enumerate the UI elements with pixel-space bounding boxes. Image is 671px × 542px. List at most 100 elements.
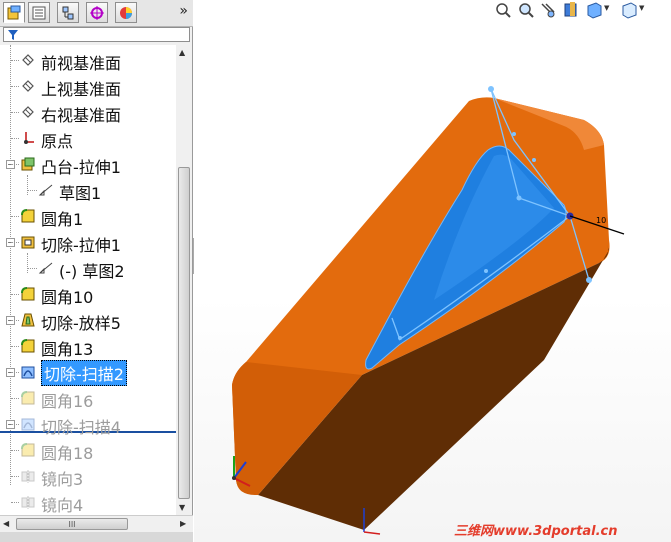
- tree-item[interactable]: 镜向4: [0, 489, 176, 515]
- mirror-icon: [20, 494, 36, 514]
- scroll-left-arrow-icon[interactable]: ◀: [3, 519, 9, 528]
- loft-cut-icon: [20, 312, 36, 332]
- tree-item[interactable]: − 凸台-拉伸1: [0, 151, 176, 177]
- tree-item[interactable]: 原点: [0, 125, 176, 151]
- configurationmanager-tab[interactable]: [57, 2, 79, 23]
- site-watermark: 三维网www.3dportal.cn: [454, 524, 618, 539]
- part-model[interactable]: 10: [232, 86, 625, 530]
- featuremanager-tab[interactable]: [3, 2, 25, 23]
- tree-item-label: 切除-放样5: [41, 314, 121, 333]
- sweep-cut-icon: [20, 416, 36, 436]
- plane-icon: [20, 52, 36, 72]
- tree-item-label: 原点: [41, 132, 74, 151]
- tree-connector-line: [11, 164, 19, 165]
- tree-connector-line: [11, 216, 19, 217]
- tree-item-label: 圆角18: [41, 444, 94, 463]
- sweep-cut-icon: [20, 364, 36, 384]
- tree-connector-line: [11, 86, 19, 87]
- view-orientation-icon[interactable]: ▼: [587, 2, 610, 19]
- mirror-icon: [20, 468, 36, 488]
- display-manager-tab-icon: [120, 7, 132, 19]
- tree-connector-line: [11, 372, 19, 373]
- tree-item-label: 草图1: [59, 184, 102, 203]
- tree-connector-line: [11, 242, 19, 243]
- dimension-label[interactable]: 10: [596, 216, 606, 225]
- tree-connector-line: [11, 424, 19, 425]
- display-manager-tab[interactable]: [115, 2, 137, 23]
- model-viewport[interactable]: ▼ ▼ 10: [194, 0, 671, 542]
- tree-item[interactable]: 草图1: [0, 177, 176, 203]
- tree-item[interactable]: (-) 草图2: [0, 255, 176, 281]
- tree-item-label: 前视基准面: [41, 54, 122, 73]
- configurationmanager-tab-icon: [62, 6, 74, 20]
- zoom-to-fit-icon[interactable]: [496, 3, 511, 18]
- tree-item-label: 圆角13: [41, 340, 94, 359]
- tree-connector-line: [11, 346, 19, 347]
- svg-text:▼: ▼: [604, 4, 610, 12]
- tree-item-label: 切除-扫描2: [41, 360, 127, 386]
- vertical-scrollbar[interactable]: ▲ ▼: [177, 45, 192, 515]
- filter-bar[interactable]: [3, 27, 190, 42]
- tree-connector-line: [11, 476, 19, 477]
- previous-view-icon[interactable]: [541, 3, 555, 18]
- tree-item-label: 镜向4: [41, 496, 84, 515]
- tree-item[interactable]: − 切除-放样5: [0, 307, 176, 333]
- tree-item[interactable]: − 切除-扫描2: [0, 359, 176, 386]
- horizontal-scrollbar[interactable]: ◀ III ▶: [0, 515, 193, 533]
- feature-manager-panel: » 前视基准面上视基准面右视基准面原点 − 凸台-拉伸1 草图1 圆角1− 切除-拉伸1 (…: [0, 0, 193, 542]
- tree-connector-line: [28, 268, 37, 269]
- fillet-icon: [20, 442, 36, 462]
- sketch-icon: [38, 182, 54, 202]
- sketch-icon: [38, 260, 54, 280]
- display-style-icon[interactable]: ▼: [622, 2, 645, 19]
- tree-item[interactable]: 圆角10: [0, 281, 176, 307]
- tree-item-label: (-) 草图2: [59, 262, 125, 281]
- tree-item[interactable]: 右视基准面: [0, 99, 176, 125]
- tree-item[interactable]: − 切除-拉伸1: [0, 229, 176, 255]
- scrollbar-thumb[interactable]: [178, 167, 190, 499]
- feature-tree: 前视基准面上视基准面右视基准面原点 − 凸台-拉伸1 草图1 圆角1− 切除-拉伸1 (-)…: [0, 45, 176, 515]
- tree-connector-line: [11, 502, 19, 503]
- tree-item[interactable]: 圆角1: [0, 203, 176, 229]
- fillet-icon: [20, 286, 36, 306]
- scroll-up-arrow-icon[interactable]: ▲: [179, 48, 185, 57]
- tree-item-label: 切除-拉伸1: [41, 236, 121, 255]
- tree-item[interactable]: 镜向3: [0, 463, 176, 489]
- tree-connector-line: [11, 320, 19, 321]
- tree-item-label: 切除-扫描4: [41, 418, 121, 437]
- tree-item-label: 上视基准面: [41, 80, 122, 99]
- tree-item[interactable]: 前视基准面: [0, 47, 176, 73]
- featuremanager-tab-icon: [7, 5, 21, 20]
- scroll-down-arrow-icon[interactable]: ▼: [179, 503, 185, 512]
- svg-text:▼: ▼: [639, 4, 645, 12]
- dimxpert-tab[interactable]: [86, 2, 108, 23]
- tree-connector-line: [11, 138, 19, 139]
- more-tabs-button[interactable]: »: [179, 3, 188, 19]
- scroll-right-arrow-icon[interactable]: ▶: [180, 519, 186, 528]
- bottom-tab-strip[interactable]: [0, 532, 193, 542]
- tree-item[interactable]: 圆角16: [0, 385, 176, 411]
- zoom-area-icon[interactable]: [519, 3, 534, 18]
- tree-item[interactable]: 圆角13: [0, 333, 176, 359]
- tree-item-label: 圆角1: [41, 210, 84, 229]
- dimxpert-tab-icon: [90, 6, 104, 20]
- plane-icon: [20, 104, 36, 124]
- section-view-icon[interactable]: [564, 2, 577, 17]
- tree-connector-line: [28, 190, 37, 191]
- tree-connector-line: [11, 60, 19, 61]
- tree-item[interactable]: − 切除-扫描4: [0, 411, 176, 437]
- tree-item-label: 右视基准面: [41, 106, 122, 125]
- horizontal-scrollbar-thumb[interactable]: III: [16, 518, 128, 530]
- graphics-area[interactable]: ▼ ▼ 10 三维网www.3dportal.cn: [194, 0, 671, 542]
- fillet-icon: [20, 208, 36, 228]
- fillet-icon: [20, 390, 36, 410]
- tree-item[interactable]: 上视基准面: [0, 73, 176, 99]
- tree-item-label: 凸台-拉伸1: [41, 158, 121, 177]
- tree-item[interactable]: 圆角18: [0, 437, 176, 463]
- origin-icon: [20, 130, 36, 150]
- tree-connector-line: [11, 398, 19, 399]
- extrude-boss-icon: [20, 156, 36, 176]
- propertymanager-tab[interactable]: [28, 2, 50, 23]
- plane-icon: [20, 78, 36, 98]
- fillet-icon: [20, 338, 36, 358]
